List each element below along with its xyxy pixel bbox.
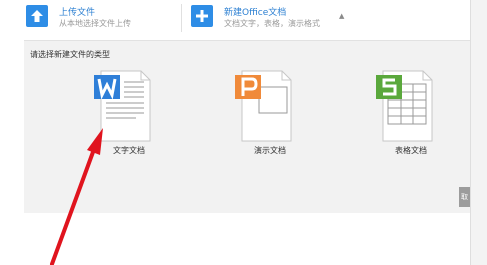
new-office-document-title: 新建Office文档 <box>224 8 287 18</box>
toolbar-divider <box>181 4 182 32</box>
spreadsheet-document-option[interactable]: 表格文档 <box>376 70 446 170</box>
panel-prompt: 请选择新建文件的类型 <box>30 50 110 59</box>
upload-arrow-icon <box>26 5 48 27</box>
new-office-document-button[interactable]: 新建Office文档 文档文字，表格，演示格式 <box>191 3 361 35</box>
word-document-icon <box>94 70 151 142</box>
new-file-type-panel: 请选择新建文件的类型 文字文档 演示文档 表格文档 <box>24 40 470 213</box>
spreadsheet-document-label: 表格文档 <box>395 146 427 155</box>
toolbar: 上传文件 从本地选择文件上传 新建Office文档 文档文字，表格，演示格式 ▲ <box>0 0 470 40</box>
collapse-caret-icon[interactable]: ▲ <box>339 12 344 20</box>
word-document-label: 文字文档 <box>113 146 145 155</box>
presentation-document-icon <box>235 70 292 142</box>
plus-icon <box>191 5 213 27</box>
upload-file-title: 上传文件 <box>59 8 96 18</box>
word-document-option[interactable]: 文字文档 <box>94 70 164 170</box>
side-action-button[interactable]: 取 <box>459 187 470 207</box>
spreadsheet-document-icon <box>376 70 433 142</box>
upload-file-subtitle: 从本地选择文件上传 <box>59 19 131 28</box>
presentation-document-option[interactable]: 演示文档 <box>235 70 305 170</box>
presentation-document-label: 演示文档 <box>254 146 286 155</box>
upload-file-button[interactable]: 上传文件 从本地选择文件上传 <box>26 3 176 35</box>
new-office-document-subtitle: 文档文字，表格，演示格式 <box>224 19 320 28</box>
window-edge <box>470 0 487 265</box>
